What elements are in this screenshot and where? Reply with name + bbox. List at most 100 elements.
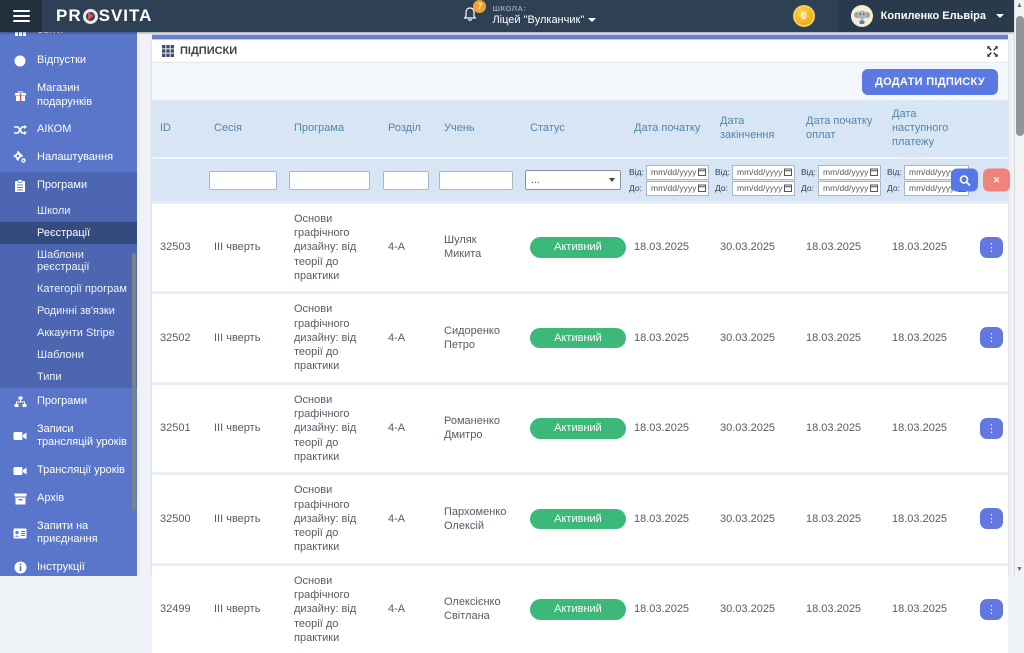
cell-end-date: 30.03.2025 (712, 383, 798, 473)
filter-paystart-from-date[interactable]: mm/dd/yyyy (818, 165, 881, 180)
sidebar-item-archive[interactable]: Архів (0, 485, 137, 513)
notification-badge: 7 (473, 0, 486, 13)
table-row: 32502 III чверть Основи графічного дизай… (152, 293, 1008, 383)
sidebar-scrollbar-thumb[interactable] (132, 253, 136, 511)
user-menu[interactable]: Копиленко Ельвіра (839, 0, 1014, 32)
cell-next-payment: 18.03.2025 (884, 383, 972, 473)
cell-next-payment: 18.03.2025 (884, 564, 972, 653)
row-actions-button[interactable]: ⋮ (980, 508, 1003, 529)
row-actions-button[interactable]: ⋮ (980, 599, 1003, 620)
filter-paystart-to-date[interactable]: mm/dd/yyyy (818, 181, 881, 196)
filter-start-from-date[interactable]: mm/dd/yyyy (646, 165, 709, 180)
search-button[interactable] (951, 169, 978, 192)
col-payment-start-date: Дата початку оплат (798, 100, 884, 158)
cell-payment-start: 18.03.2025 (798, 293, 884, 383)
sidebar-item-reports[interactable]: Звіти (0, 32, 137, 47)
col-session: Сесія (206, 100, 286, 158)
sidebar-subitem-templates[interactable]: Шаблони (0, 344, 137, 366)
row-actions-button[interactable]: ⋮ (980, 418, 1003, 439)
sidebar-subitem-registrations[interactable]: Реєстрації (0, 222, 137, 244)
status-badge: Активний (530, 599, 626, 619)
app-logo[interactable]: PRSVITA (56, 6, 152, 26)
cell-section: 4-А (380, 202, 436, 292)
cell-section: 4-А (380, 293, 436, 383)
cell-session: III чверть (206, 383, 286, 473)
cell-student: Сидоренко Петро (436, 293, 522, 383)
cell-id: 32502 (152, 293, 206, 383)
table-row: 32499 III чверть Основи графічного дизай… (152, 564, 1008, 653)
scroll-up-arrow[interactable]: ▲ (1015, 0, 1024, 12)
cell-end-date: 30.03.2025 (712, 474, 798, 564)
coins-balance[interactable]: 0 (793, 5, 815, 27)
sidebar-item-lesson-recordings[interactable]: Записи трансляцій уроків (0, 416, 137, 458)
status-badge: Активний (530, 418, 626, 438)
sitemap-icon (12, 396, 28, 408)
notifications-button[interactable]: 7 (462, 6, 478, 27)
cell-session: III чверть (206, 293, 286, 383)
filter-end-to-date[interactable]: mm/dd/yyyy (732, 181, 795, 196)
cell-session: III чверть (206, 202, 286, 292)
logo-play-icon (83, 9, 98, 24)
cell-payment-start: 18.03.2025 (798, 474, 884, 564)
sidebar-item-gift-shop[interactable]: Магазин подарунків (0, 75, 137, 117)
sidebar-item-aikom[interactable]: АІКОМ (0, 116, 137, 144)
sidebar-subitem-schools[interactable]: Школи (0, 200, 137, 222)
menu-toggle-button[interactable] (0, 0, 42, 32)
status-badge: Активний (530, 237, 626, 257)
col-start-date: Дата початку (626, 100, 712, 158)
gears-icon (12, 151, 28, 164)
sidebar-subitem-types[interactable]: Типи (0, 366, 137, 388)
cell-session: III чверть (206, 564, 286, 653)
scroll-down-arrow[interactable]: ▼ (1015, 564, 1024, 576)
sidebar-item-vacations[interactable]: Відпустки (0, 47, 137, 75)
sidebar-item-settings[interactable]: Налаштування (0, 144, 137, 172)
filter-program-input[interactable] (289, 171, 370, 190)
cell-program: Основи графічного дизайну: від теорії до… (286, 293, 380, 383)
col-next-payment-date: Дата наступного платежу (884, 100, 972, 158)
gift-icon (12, 89, 28, 102)
cell-end-date: 30.03.2025 (712, 202, 798, 292)
cell-start-date: 18.03.2025 (626, 202, 712, 292)
sidebar-item-lesson-broadcasts[interactable]: Трансляції уроків (0, 457, 137, 485)
scrollbar-thumb[interactable] (1016, 16, 1024, 136)
cell-id: 32501 (152, 383, 206, 473)
sidebar-group-programs: Програми Школи Реєстрації Шаблони реєстр… (0, 172, 137, 388)
video-camera-icon (12, 466, 28, 476)
school-selector[interactable]: ШКОЛА: Ліцей "Вулканчик" (492, 5, 596, 26)
row-actions-button[interactable]: ⋮ (980, 327, 1003, 348)
page-scrollbar[interactable]: ▲ ▼ (1014, 0, 1024, 576)
expand-button[interactable] (987, 46, 998, 57)
sidebar-item-join-requests[interactable]: Запити на приєднання (0, 513, 137, 555)
sidebar-subitem-family-relations[interactable]: Родинні зв'язки (0, 300, 137, 322)
sidebar-subitem-program-categories[interactable]: Категорії програм (0, 278, 137, 300)
filter-session-input[interactable] (209, 171, 277, 190)
filter-end-from-date[interactable]: mm/dd/yyyy (732, 165, 795, 180)
col-status: Статус (522, 100, 626, 158)
sidebar-item-instructions[interactable]: Інструкції (0, 554, 137, 576)
sidebar-item-programs-2[interactable]: Програми (0, 388, 137, 416)
subscriptions-panel: ПІДПИСКИ ДОДАТИ ПІДПИСКУ ID Сесія Програ… (152, 40, 1008, 576)
school-label: ШКОЛА: (492, 5, 596, 14)
chevron-down-icon (588, 18, 596, 22)
topbar: PRSVITA 7 ШКОЛА: Ліцей "Вулканчик" 0 Коп… (0, 0, 1014, 32)
row-actions-button[interactable]: ⋮ (980, 237, 1003, 258)
filter-start-to-date[interactable]: mm/dd/yyyy (646, 181, 709, 196)
clear-filters-button[interactable]: × (983, 169, 1010, 192)
filter-section-input[interactable] (383, 171, 429, 190)
cell-session: III чверть (206, 474, 286, 564)
elephant-avatar-icon (853, 7, 871, 25)
col-actions (972, 100, 1008, 158)
filter-status-select[interactable]: ... (525, 170, 621, 190)
add-subscription-button[interactable]: ДОДАТИ ПІДПИСКУ (862, 69, 998, 95)
col-end-date: Дата закінчення (712, 100, 798, 158)
sidebar-subitem-registration-templates[interactable]: Шаблони реєстрації (0, 244, 137, 278)
report-icon (12, 32, 28, 37)
cell-id: 32500 (152, 474, 206, 564)
filter-student-input[interactable] (439, 171, 513, 190)
cell-start-date: 18.03.2025 (626, 564, 712, 653)
subscriptions-table: ID Сесія Програма Розділ Учень Статус Да… (152, 100, 1008, 653)
hamburger-icon (13, 7, 30, 25)
sidebar-item-programs[interactable]: Програми (0, 172, 137, 200)
cell-program: Основи графічного дизайну: від теорії до… (286, 383, 380, 473)
sidebar-subitem-stripe-accounts[interactable]: Аккаунти Stripe (0, 322, 137, 344)
